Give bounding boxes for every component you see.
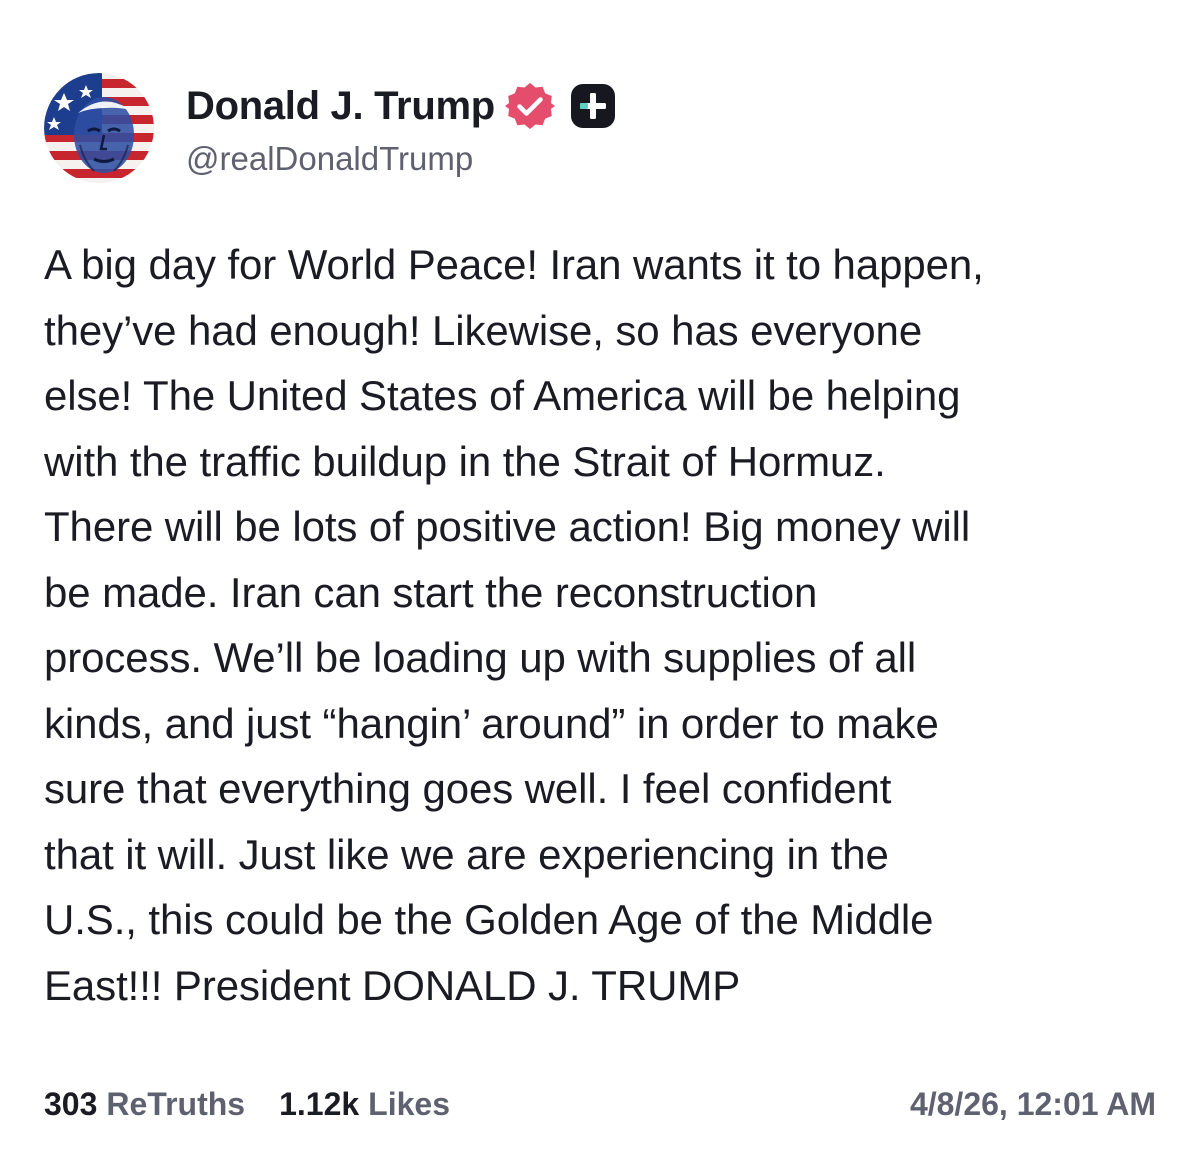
verified-badge-icon [504, 81, 555, 131]
retruths-count: 303 [44, 1085, 98, 1122]
post-footer: 303 ReTruths 1.12k Likes 4/8/26, 12:01 A… [44, 1080, 1156, 1128]
author-avatar[interactable] [44, 73, 154, 183]
truth-post: Donald J. Trump @realDonaldTrump A big d… [0, 0, 1200, 1167]
post-timestamp[interactable]: 4/8/26, 12:01 AM [910, 1086, 1156, 1123]
likes-stat[interactable]: 1.12k Likes [279, 1086, 450, 1123]
name-row: Donald J. Trump [186, 78, 617, 134]
post-body-text: A big day for World Peace! Iran wants it… [44, 241, 984, 1009]
author-display-name[interactable]: Donald J. Trump [186, 84, 495, 129]
retruths-label: ReTruths [106, 1085, 246, 1122]
post-header: Donald J. Trump @realDonaldTrump [44, 72, 617, 184]
likes-label: Likes [368, 1085, 450, 1122]
retruths-stat[interactable]: 303 ReTruths [44, 1086, 245, 1123]
author-identity: Donald J. Trump @realDonaldTrump [186, 78, 617, 178]
author-handle[interactable]: @realDonaldTrump [186, 140, 617, 178]
flag-portrait-avatar-icon [44, 73, 154, 183]
likes-count: 1.12k [279, 1085, 360, 1122]
truth-plus-badge-icon [569, 82, 617, 130]
